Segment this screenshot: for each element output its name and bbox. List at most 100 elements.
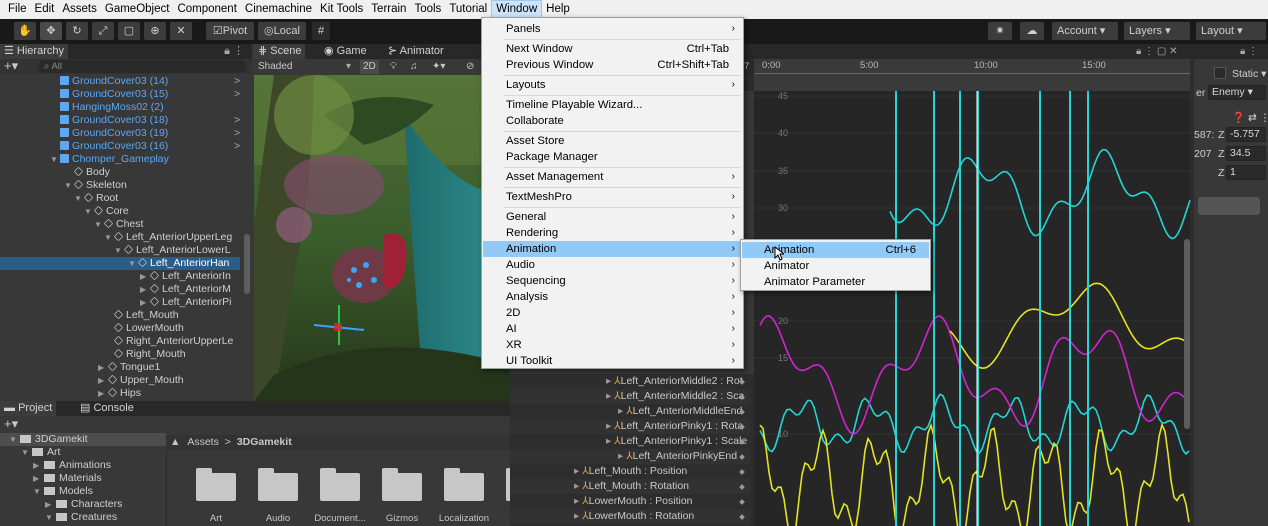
expand-arrow-icon[interactable]: ▶ — [98, 374, 104, 387]
menu-item-ai[interactable]: AI › — [483, 321, 742, 337]
menu-item-2d[interactable]: 2D › — [483, 305, 742, 321]
submenu-item-animation[interactable]: Animation Ctrl+6 — [742, 242, 929, 258]
project-add-icon[interactable]: +▾ — [4, 416, 18, 432]
layer-dropdown[interactable]: Enemy ▾ — [1208, 85, 1266, 100]
menu-terrain[interactable]: Terrain — [367, 0, 410, 19]
hierarchy-item[interactable]: GroundCover03 (18) > — [0, 114, 240, 127]
visibility-icon[interactable]: ⊘ — [466, 59, 474, 75]
menu-cinemachine[interactable]: Cinemachine — [241, 0, 316, 19]
pivot-toggle[interactable]: ☑Pivot — [206, 22, 254, 40]
expand-arrow-icon[interactable]: ▼ — [94, 218, 102, 231]
menu-kit-tools[interactable]: Kit Tools — [316, 0, 367, 19]
menu-item-package-manager[interactable]: Package Manager — [483, 149, 742, 165]
hierarchy-search-input[interactable]: ⌕ All — [38, 60, 246, 73]
account-dropdown[interactable]: Account ▾ — [1052, 22, 1118, 40]
scene-render[interactable] — [254, 75, 510, 401]
menu-item-timeline-playable-wizard[interactable]: Timeline Playable Wizard... — [483, 97, 742, 113]
expand-arrow-icon[interactable]: ▶ — [98, 361, 104, 374]
position-z-field[interactable]: -5.757 — [1226, 127, 1266, 142]
expand-arrow-icon[interactable]: ▼ — [104, 231, 112, 244]
menu-item-animation[interactable]: Animation › — [483, 241, 742, 257]
expand-arrow-icon[interactable]: ▶ — [140, 283, 146, 296]
menu-assets[interactable]: Assets — [58, 0, 101, 19]
hierarchy-item[interactable]: Left_Mouth — [0, 309, 240, 322]
rect-tool-icon[interactable]: ▢ — [118, 22, 140, 40]
hierarchy-item[interactable]: HangingMoss02 (2) — [0, 101, 240, 114]
menu-item-ui-toolkit[interactable]: UI Toolkit › — [483, 353, 742, 369]
menu-item-layouts[interactable]: Layouts › — [483, 77, 742, 93]
expand-arrow-icon[interactable]: ▸ — [606, 375, 614, 387]
prefab-open-icon[interactable]: > — [234, 88, 240, 101]
project-tree-item[interactable]: ▼ Creatures — [0, 511, 166, 524]
mode-2d-toggle[interactable]: 2D — [360, 60, 379, 74]
custom-tool-icon[interactable]: ✕ — [170, 22, 192, 40]
move-tool-icon[interactable]: ✥ — [40, 22, 62, 40]
hierarchy-item[interactable]: ▶ Upper_Mouth — [0, 374, 240, 387]
expand-arrow-icon[interactable]: ▶ — [33, 472, 39, 485]
submenu-item-animator[interactable]: Animator — [742, 258, 929, 274]
expand-arrow-icon[interactable]: ▼ — [74, 192, 82, 205]
prefab-open-icon[interactable]: > — [234, 127, 240, 140]
menu-component[interactable]: Component — [173, 0, 240, 19]
menu-item-asset-management[interactable]: Asset Management › — [483, 169, 742, 185]
menu-item-analysis[interactable]: Analysis › — [483, 289, 742, 305]
menu-edit[interactable]: Edit — [31, 0, 59, 19]
collab-icon[interactable]: ✷ — [988, 22, 1012, 40]
hierarchy-item[interactable]: ▶ Hips — [0, 387, 240, 400]
hierarchy-item[interactable]: ▶ Tongue1 — [0, 361, 240, 374]
expand-arrow-icon[interactable]: ▶ — [45, 498, 51, 511]
hierarchy-item[interactable]: ▼ Root — [0, 192, 240, 205]
expand-arrow-icon[interactable]: ▶ — [140, 270, 146, 283]
animation-property-row[interactable]: ▸ ⅄Left_AnteriorMiddle2 : Rot — [510, 374, 750, 389]
hierarchy-item[interactable]: ▼ Core — [0, 205, 240, 218]
add-icon[interactable]: +▾ — [4, 59, 18, 73]
animation-property-row[interactable]: ▸ ⅄Left_AnteriorPinky1 : Rota — [510, 419, 750, 434]
shading-mode-dropdown[interactable]: Shaded — [258, 59, 292, 75]
hierarchy-item[interactable]: ▼ Left_AnteriorHan — [0, 257, 240, 270]
layers-dropdown[interactable]: Layers ▾ — [1124, 22, 1190, 40]
project-tree-item[interactable]: ▼ Models — [0, 485, 166, 498]
hierarchy-item[interactable]: ▼ Chest — [0, 218, 240, 231]
hierarchy-item[interactable]: ▶ Left_AnteriorM — [0, 283, 240, 296]
animation-property-row[interactable]: ▸ ⅄Left_AnteriorMiddleEnd — [510, 404, 750, 419]
hierarchy-item[interactable]: Body — [0, 166, 240, 179]
hierarchy-item[interactable]: ▼ Left_AnteriorLowerL — [0, 244, 240, 257]
menu-item-sequencing[interactable]: Sequencing › — [483, 273, 742, 289]
expand-arrow-icon[interactable]: ▸ — [618, 405, 626, 417]
inspector-lock-icon[interactable]: 🔒︎ ⋮ — [1240, 44, 1258, 59]
hierarchy-item[interactable]: GroundCover03 (16) > — [0, 140, 240, 153]
static-label[interactable]: Static ▾ — [1232, 68, 1266, 80]
folder-icon[interactable] — [382, 467, 422, 501]
folder-icon[interactable] — [258, 467, 298, 501]
expand-arrow-icon[interactable]: ▶ — [140, 296, 146, 309]
keyframe-diamond-icon[interactable] — [739, 469, 745, 475]
tab-animator[interactable]: ⊱ Animator — [384, 44, 448, 59]
panel-menu-icon[interactable]: 🔒︎ ⋮ ▢ ✕ — [1136, 44, 1177, 59]
tab-scene[interactable]: ⋕ Scene — [254, 44, 306, 59]
menu-item-textmeshpro[interactable]: TextMeshPro › — [483, 189, 742, 205]
animation-property-row[interactable]: ▸ ⅄Left_Mouth : Position — [510, 464, 750, 479]
keyframe-diamond-icon[interactable] — [739, 514, 745, 520]
scale-z-field[interactable]: 1 — [1226, 165, 1266, 180]
hierarchy-scrollbar[interactable] — [244, 234, 250, 294]
menu-item-general[interactable]: General › — [483, 209, 742, 225]
project-tree-item[interactable]: ▶ Characters — [0, 498, 166, 511]
hierarchy-item[interactable]: LowerMouth — [0, 322, 240, 335]
tab-game[interactable]: ◉ Game — [320, 44, 371, 59]
expand-arrow-icon[interactable]: ▼ — [114, 244, 122, 257]
submenu-item-animator-parameter[interactable]: Animator Parameter — [742, 274, 929, 290]
lighting-icon[interactable]: 💡︎ — [390, 59, 397, 75]
animation-property-row[interactable]: ▸ ⅄LowerMouth : Rotation — [510, 509, 750, 524]
prefab-open-icon[interactable]: > — [234, 140, 240, 153]
prefab-open-icon[interactable]: > — [234, 75, 240, 88]
project-tree-item[interactable]: ▼ Art — [0, 446, 166, 459]
hierarchy-item[interactable]: GroundCover03 (19) > — [0, 127, 240, 140]
menu-item-previous-window[interactable]: Previous Window Ctrl+Shift+Tab — [483, 57, 742, 73]
rotation-z-field[interactable]: 34.5 — [1226, 146, 1266, 161]
expand-arrow-icon[interactable]: ▸ — [606, 390, 614, 402]
menu-item-xr[interactable]: XR › — [483, 337, 742, 353]
scale-tool-icon[interactable]: ⤢ — [92, 22, 114, 40]
hand-tool-icon[interactable]: ✋ — [14, 22, 36, 40]
menu-item-audio[interactable]: Audio › — [483, 257, 742, 273]
local-toggle[interactable]: ◎Local — [258, 22, 306, 40]
